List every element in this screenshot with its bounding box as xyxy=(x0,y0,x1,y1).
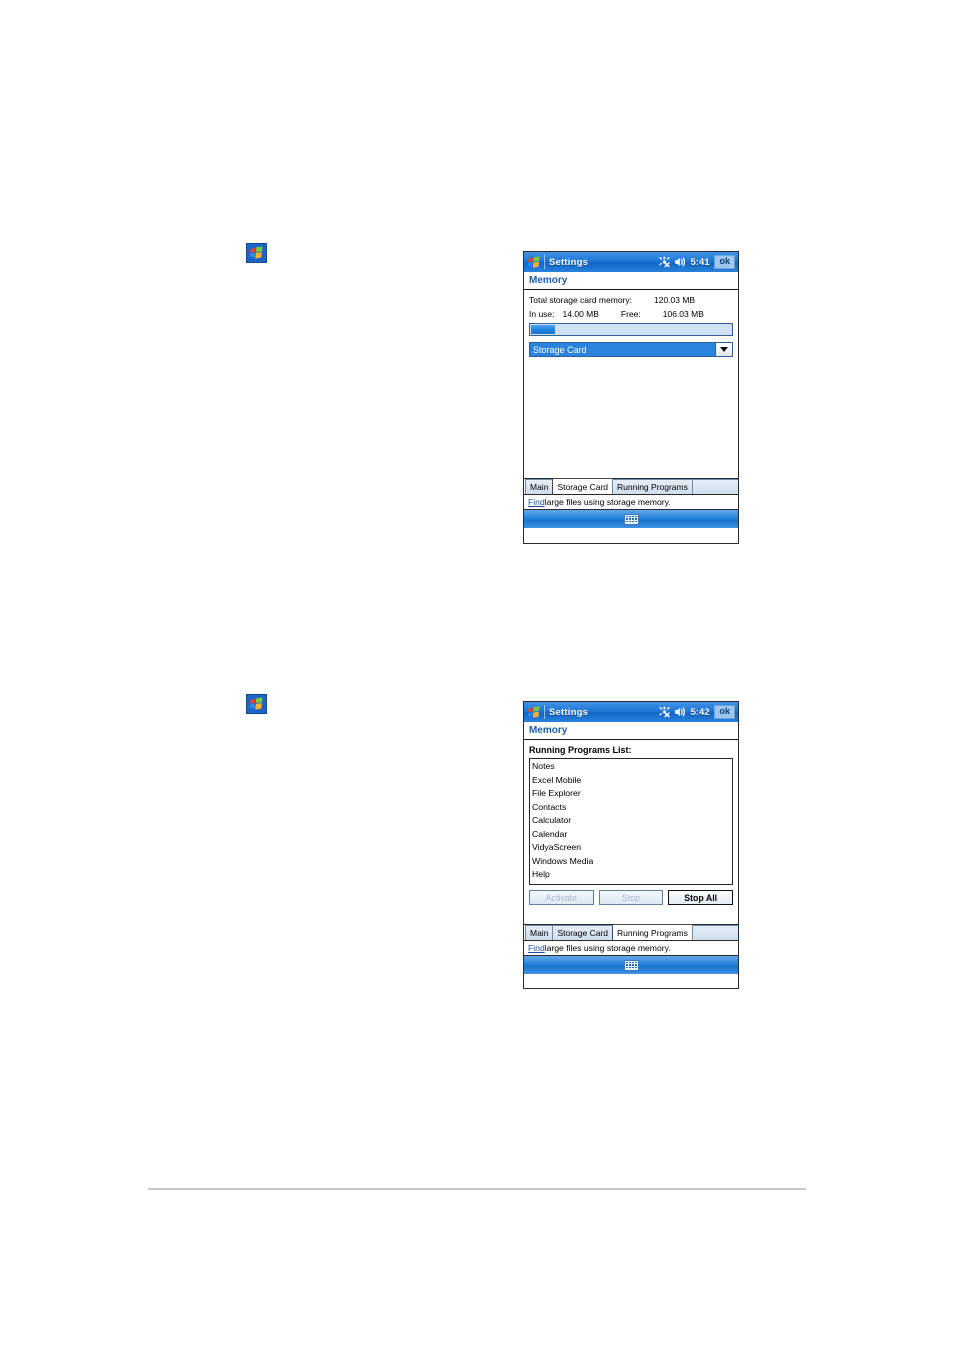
start-menu-button[interactable] xyxy=(526,705,542,720)
inuse-label: In use: xyxy=(529,309,555,319)
speaker-volume-icon[interactable] xyxy=(674,256,687,268)
speaker-volume-icon[interactable] xyxy=(674,706,687,718)
list-item[interactable]: Excel Mobile xyxy=(532,774,732,788)
clock-time[interactable]: 5:41 xyxy=(690,257,709,268)
list-item[interactable]: Calendar xyxy=(532,828,732,842)
findbar-text: large files using storage memory. xyxy=(544,943,671,953)
titlebar: Settings 5:42 ok xyxy=(524,702,738,722)
free-label: Free: xyxy=(620,309,641,319)
activate-button: Activate xyxy=(529,890,594,905)
ok-button[interactable]: ok xyxy=(714,705,735,719)
total-memory-row: Total storage card memory: 120.03 MB xyxy=(529,295,733,305)
connectivity-disconnected-icon[interactable] xyxy=(658,706,671,718)
titlebar-divider xyxy=(544,255,545,269)
total-memory-value: 120.03 MB xyxy=(653,295,696,305)
running-programs-panel: Running Programs List: Notes Excel Mobile… xyxy=(524,740,738,924)
tab-main[interactable]: Main xyxy=(525,479,554,494)
titlebar-divider xyxy=(544,705,545,719)
sip-taskbar xyxy=(524,509,738,528)
page-title-bar: Memory xyxy=(524,272,738,290)
stop-all-button[interactable]: Stop All xyxy=(668,890,734,905)
page-title-bar: Memory xyxy=(524,722,738,740)
list-item[interactable]: VidyaScreen xyxy=(532,841,732,855)
windows-flag-icon xyxy=(527,706,540,718)
stop-button: Stop xyxy=(598,890,664,905)
page-title: Memory xyxy=(529,275,568,286)
memory-usage-progress-fill xyxy=(531,325,555,334)
connectivity-disconnected-icon[interactable] xyxy=(658,256,671,268)
keyboard-icon[interactable] xyxy=(623,513,639,525)
inuse-free-row: In use: 14.00 MB Free: 106.03 MB xyxy=(529,309,733,319)
windows-flag-icon xyxy=(249,697,263,710)
tab-storage-card[interactable]: Storage Card xyxy=(552,478,613,494)
findbar: Find large files using storage memory. xyxy=(524,494,738,509)
clock-time[interactable]: 5:42 xyxy=(690,707,709,718)
memory-usage-progressbar xyxy=(529,323,733,336)
windows-flag-icon xyxy=(249,246,263,259)
inuse-value: 14.00 MB xyxy=(562,309,599,319)
findbar-text: large files using storage memory. xyxy=(544,497,671,507)
pda-screenshot-storage-card: Settings 5:41 ok Memory Total storage ca… xyxy=(523,251,739,544)
storage-card-select-value: Storage Card xyxy=(530,343,715,356)
titlebar: Settings 5:41 ok xyxy=(524,252,738,272)
windows-logo-badge-1 xyxy=(246,243,267,263)
tab-storage-card[interactable]: Storage Card xyxy=(552,925,613,940)
titlebar-title: Settings xyxy=(549,706,589,718)
ok-button[interactable]: ok xyxy=(714,255,735,269)
titlebar-title: Settings xyxy=(549,256,589,268)
find-link[interactable]: Find xyxy=(528,497,545,507)
chevron-down-icon[interactable] xyxy=(715,343,732,356)
page-title: Memory xyxy=(529,725,568,736)
keyboard-icon[interactable] xyxy=(623,959,639,971)
tabstrip-filler xyxy=(691,925,738,940)
tabstrip: Main Storage Card Running Programs xyxy=(524,924,738,940)
empty-area xyxy=(529,361,733,481)
list-item[interactable]: Windows Media xyxy=(532,855,732,869)
running-programs-actions: Activate Stop Stop All xyxy=(529,890,734,905)
tabstrip: Main Storage Card Running Programs xyxy=(524,478,738,494)
tab-main[interactable]: Main xyxy=(525,925,554,940)
tabstrip-filler xyxy=(691,479,738,494)
sip-taskbar xyxy=(524,955,738,974)
list-item[interactable]: File Explorer xyxy=(532,787,732,801)
list-item[interactable]: Notes xyxy=(532,760,732,774)
findbar: Find large files using storage memory. xyxy=(524,940,738,955)
list-item[interactable]: Contacts xyxy=(532,801,732,815)
running-programs-list-label: Running Programs List: xyxy=(529,745,632,755)
start-menu-button[interactable] xyxy=(526,255,542,270)
running-programs-list[interactable]: Notes Excel Mobile File Explorer Contacts Ca… xyxy=(529,758,733,885)
tab-running-programs[interactable]: Running Programs xyxy=(612,479,693,494)
free-value: 106.03 MB xyxy=(662,309,704,319)
pda-screenshot-running-programs: Settings 5:42 ok Memory Running Programs… xyxy=(523,701,739,989)
page-footer-rule xyxy=(148,1188,806,1190)
find-link[interactable]: Find xyxy=(528,943,545,953)
storage-card-panel: Total storage card memory: 120.03 MB In … xyxy=(524,290,738,481)
tab-running-programs[interactable]: Running Programs xyxy=(612,924,693,940)
total-memory-label: Total storage card memory: xyxy=(529,295,632,305)
list-item[interactable]: Calculator xyxy=(532,814,732,828)
windows-flag-icon xyxy=(527,256,540,268)
storage-card-select[interactable]: Storage Card xyxy=(529,342,733,357)
list-item[interactable]: Help xyxy=(532,868,732,882)
windows-logo-badge-2 xyxy=(246,694,267,714)
